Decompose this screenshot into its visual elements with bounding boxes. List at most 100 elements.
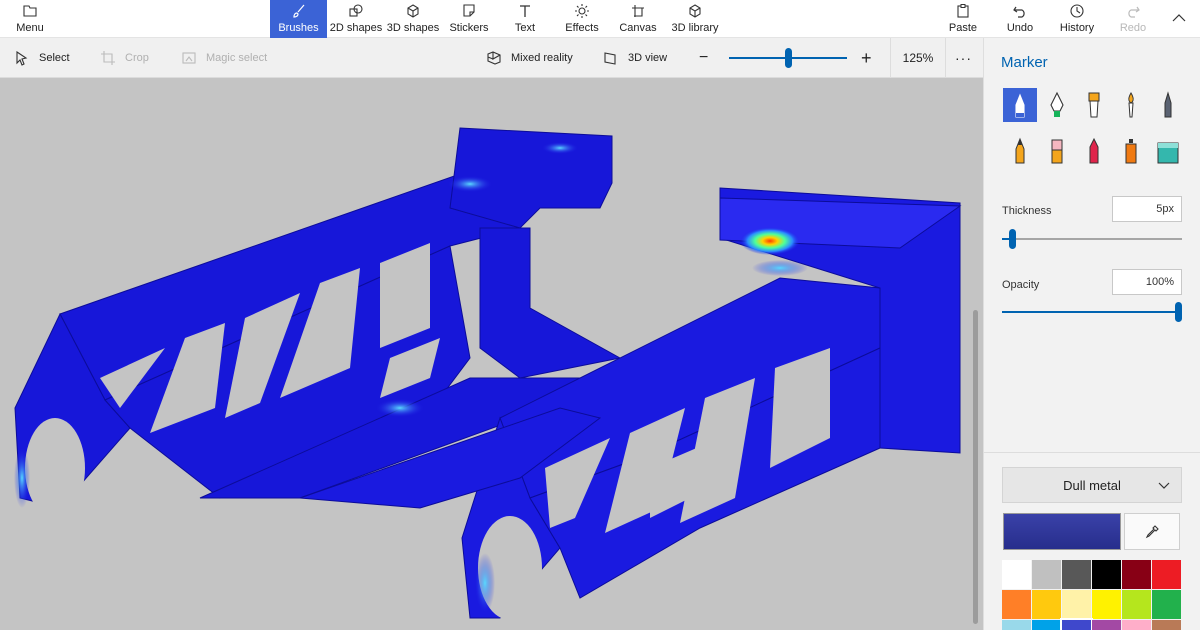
brush-calligraphy-pen[interactable] bbox=[1040, 88, 1074, 122]
opacity-slider-thumb[interactable] bbox=[1175, 302, 1182, 322]
collapse-ribbon-button[interactable] bbox=[1166, 0, 1192, 38]
cursor-icon bbox=[16, 50, 28, 66]
palette-swatch[interactable] bbox=[1122, 560, 1151, 589]
tab-canvas[interactable]: Canvas bbox=[617, 0, 659, 38]
zoom-slider-thumb[interactable] bbox=[785, 48, 792, 68]
crayon-icon bbox=[1089, 137, 1099, 164]
canvas-scrollbar[interactable] bbox=[973, 310, 978, 624]
palette-swatch[interactable] bbox=[1002, 590, 1031, 619]
text-icon bbox=[520, 5, 530, 17]
palette-swatch[interactable] bbox=[1152, 620, 1181, 630]
redo-button[interactable]: Redo bbox=[1116, 0, 1150, 38]
zoom-in-button[interactable]: + bbox=[861, 38, 872, 78]
palette-swatch[interactable] bbox=[1122, 620, 1151, 630]
palette-swatch[interactable] bbox=[1002, 560, 1031, 589]
palette-swatch[interactable] bbox=[1032, 590, 1061, 619]
menu-label: Menu bbox=[16, 22, 44, 34]
palette-swatch[interactable] bbox=[1152, 590, 1181, 619]
brush-fill[interactable] bbox=[1151, 134, 1185, 168]
marker-icon bbox=[1015, 93, 1025, 118]
paste-label: Paste bbox=[948, 22, 978, 34]
2d-shapes-icon bbox=[349, 4, 363, 17]
pixel-pen-icon bbox=[1164, 91, 1172, 118]
tab-brushes[interactable]: Brushes bbox=[270, 0, 327, 38]
tab-brushes-label: Brushes bbox=[278, 22, 319, 34]
brush-spray-can[interactable] bbox=[1114, 134, 1148, 168]
thickness-slider-thumb[interactable] bbox=[1009, 229, 1016, 249]
tab-3d-shapes[interactable]: 3D shapes bbox=[386, 0, 440, 38]
brush-crayon[interactable] bbox=[1077, 134, 1111, 168]
current-color-swatch[interactable] bbox=[1003, 513, 1121, 550]
palette-swatch[interactable] bbox=[1092, 620, 1121, 630]
palette-swatch[interactable] bbox=[1062, 590, 1091, 619]
tab-text[interactable]: Text bbox=[507, 0, 543, 38]
history-icon bbox=[1070, 4, 1084, 18]
thickness-slider[interactable] bbox=[1002, 238, 1182, 240]
magic-select-button[interactable]: Magic select bbox=[181, 38, 267, 78]
paste-icon bbox=[957, 4, 969, 18]
crop-button[interactable]: Crop bbox=[100, 38, 149, 78]
more-options-button[interactable]: ··· bbox=[955, 38, 972, 78]
palette-swatch[interactable] bbox=[1092, 590, 1121, 619]
tab-2d-shapes[interactable]: 2D shapes bbox=[329, 0, 383, 38]
thickness-label: Thickness bbox=[1002, 205, 1052, 217]
oil-brush-icon bbox=[1088, 92, 1100, 118]
tab-effects-label: Effects bbox=[565, 22, 599, 34]
thickness-input[interactable]: 5px bbox=[1112, 196, 1182, 222]
undo-label: Undo bbox=[1006, 22, 1034, 34]
brush-watercolor[interactable] bbox=[1114, 88, 1148, 122]
material-dropdown[interactable]: Dull metal bbox=[1002, 467, 1182, 503]
brush-pixel-pen[interactable] bbox=[1151, 88, 1185, 122]
panel-title: Marker bbox=[1001, 54, 1048, 71]
select-button[interactable]: Select bbox=[14, 38, 70, 78]
undo-icon bbox=[1013, 6, 1025, 18]
plus-icon: + bbox=[861, 47, 872, 68]
tab-effects[interactable]: Effects bbox=[561, 0, 603, 38]
chevron-down-icon bbox=[1158, 482, 1170, 489]
redo-icon bbox=[1128, 6, 1140, 18]
mixed-reality-label: Mixed reality bbox=[511, 52, 573, 64]
magic-select-icon bbox=[182, 52, 196, 64]
zoom-out-button[interactable]: − bbox=[699, 38, 708, 78]
history-label: History bbox=[1059, 22, 1095, 34]
brush-pencil[interactable] bbox=[1003, 134, 1037, 168]
opacity-input[interactable]: 100% bbox=[1112, 269, 1182, 295]
brush-marker[interactable] bbox=[1003, 88, 1037, 122]
brush-icon bbox=[292, 4, 304, 18]
folder-icon bbox=[23, 5, 37, 17]
pencil-icon bbox=[1015, 137, 1025, 164]
canvas[interactable] bbox=[0, 78, 983, 630]
paste-button[interactable]: Paste bbox=[946, 0, 980, 38]
3d-view-icon bbox=[604, 52, 616, 65]
crop-label: Crop bbox=[125, 52, 149, 64]
palette-swatch[interactable] bbox=[1152, 560, 1181, 589]
palette-swatch[interactable] bbox=[1032, 560, 1061, 589]
undo-button[interactable]: Undo bbox=[1003, 0, 1037, 38]
palette-swatch[interactable] bbox=[1122, 590, 1151, 619]
tab-stickers[interactable]: Stickers bbox=[445, 0, 493, 38]
tab-3d-library[interactable]: 3D library bbox=[670, 0, 720, 38]
tab-text-label: Text bbox=[514, 22, 536, 34]
3d-bracket-model[interactable] bbox=[0, 78, 983, 630]
tab-2d-shapes-label: 2D shapes bbox=[329, 22, 383, 34]
menu-button[interactable]: Menu bbox=[10, 0, 50, 38]
zoom-value[interactable]: 125% bbox=[890, 38, 946, 78]
eyedropper-button[interactable] bbox=[1124, 513, 1180, 550]
brush-oil[interactable] bbox=[1077, 88, 1111, 122]
brush-eraser[interactable] bbox=[1040, 134, 1074, 168]
brush-panel: Marker Thickness 5px Opacity 100% Dull m… bbox=[983, 38, 1200, 630]
eraser-icon bbox=[1051, 139, 1063, 164]
chevron-up-icon bbox=[1172, 14, 1186, 22]
palette-swatch[interactable] bbox=[1062, 560, 1091, 589]
3d-shapes-icon bbox=[407, 4, 419, 18]
history-button[interactable]: History bbox=[1057, 0, 1097, 38]
palette-swatch[interactable] bbox=[1060, 618, 1093, 630]
mixed-reality-button[interactable]: Mixed reality bbox=[486, 38, 573, 78]
stickers-icon bbox=[463, 4, 475, 17]
palette-swatch[interactable] bbox=[1032, 620, 1061, 630]
3d-view-button[interactable]: 3D view bbox=[603, 38, 667, 78]
more-icon: ··· bbox=[955, 50, 972, 66]
effects-icon bbox=[575, 4, 589, 18]
palette-swatch[interactable] bbox=[1002, 620, 1031, 630]
palette-swatch[interactable] bbox=[1092, 560, 1121, 589]
